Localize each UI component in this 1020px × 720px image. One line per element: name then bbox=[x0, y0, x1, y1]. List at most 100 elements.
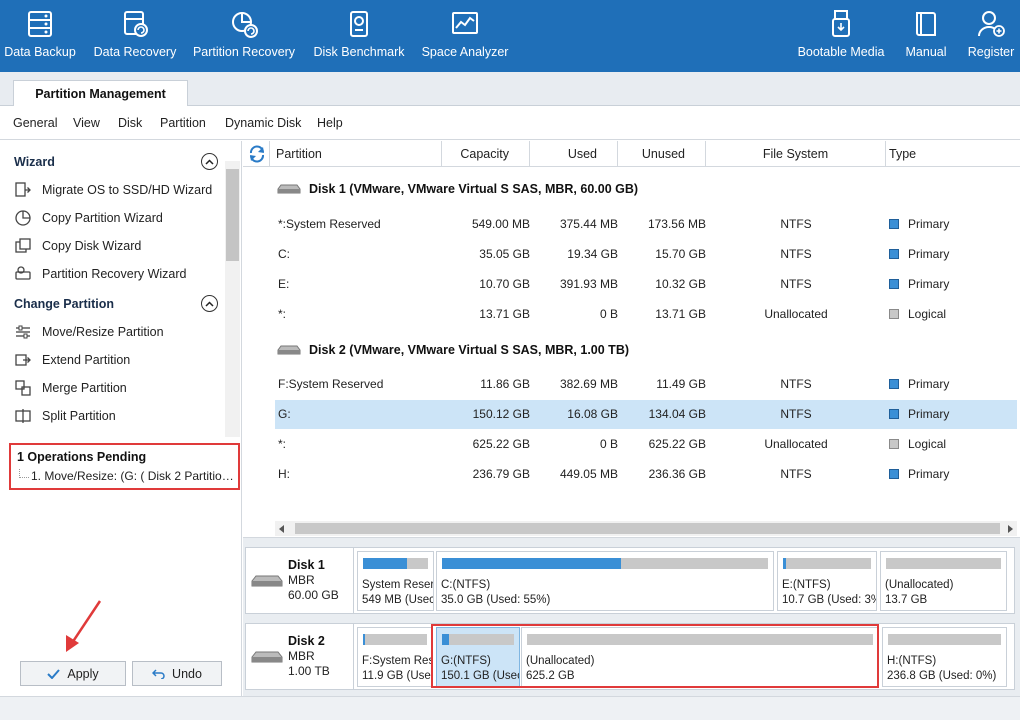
partition-recovery-wizard-item[interactable]: Partition Recovery Wizard bbox=[14, 263, 187, 285]
pending-operation-item[interactable]: 1. Move/Resize: (G: ( Disk 2 Partition 2… bbox=[31, 469, 236, 483]
disk-map-partition[interactable]: C:(NTFS) 35.0 GB (Used: 55%) bbox=[436, 551, 774, 611]
migrate-os-wizard-item[interactable]: Migrate OS to SSD/HD Wizard bbox=[14, 179, 212, 201]
table-row[interactable]: E: 10.70 GB 391.93 MB 10.32 GB NTFS Primary bbox=[275, 270, 1017, 299]
table-row[interactable]: *:System Reserved 549.00 MB 375.44 MB 173.5… bbox=[275, 210, 1017, 239]
cell-used: 391.93 MB bbox=[559, 277, 618, 291]
disk-benchmark-button[interactable]: Disk Benchmark bbox=[314, 0, 405, 72]
cell-used: 382.69 MB bbox=[559, 377, 618, 391]
copy-disk-icon bbox=[15, 238, 31, 253]
menu-view[interactable]: View bbox=[73, 116, 100, 130]
change-item-label: Split Partition bbox=[42, 409, 116, 423]
cell-partition: *:System Reserved bbox=[278, 217, 381, 231]
partition-recovery-button[interactable]: Partition Recovery bbox=[193, 0, 295, 72]
copy-partition-wizard-item[interactable]: Copy Partition Wizard bbox=[14, 207, 163, 229]
cell-file-system: NTFS bbox=[780, 247, 812, 261]
cell-file-system: Unallocated bbox=[764, 437, 828, 451]
cell-type-label: Logical bbox=[908, 437, 947, 451]
cell-type: Logical bbox=[889, 430, 946, 459]
partition-map-label: C:(NTFS) bbox=[441, 579, 491, 591]
table-row[interactable]: H: 236.79 GB 449.05 MB 236.36 GB NTFS Primary bbox=[275, 460, 1017, 489]
scroll-left-icon[interactable] bbox=[278, 525, 286, 533]
usage-bar bbox=[363, 558, 428, 569]
column-header-partition[interactable]: Partition bbox=[270, 141, 442, 167]
register-icon bbox=[978, 11, 1005, 37]
table-row[interactable]: *: 625.22 GB 0 B 625.22 GB Unallocated Logica… bbox=[275, 430, 1017, 459]
refresh-button[interactable] bbox=[243, 141, 270, 167]
hard-disk-icon bbox=[277, 184, 301, 194]
table-scrollbar-thumb[interactable] bbox=[295, 523, 1000, 534]
menu-help[interactable]: Help bbox=[317, 116, 343, 130]
data-backup-button[interactable]: Data Backup bbox=[4, 0, 76, 72]
scroll-right-icon[interactable] bbox=[1006, 525, 1014, 533]
copy-partition-icon bbox=[15, 210, 31, 226]
column-header-file-system[interactable]: File System bbox=[706, 141, 886, 167]
cell-file-system: NTFS bbox=[780, 377, 812, 391]
undo-button[interactable]: Undo bbox=[132, 661, 222, 686]
disk-map-name: Disk 2 bbox=[288, 634, 325, 648]
tab-strip: Partition Management bbox=[0, 72, 1020, 107]
manual-button[interactable]: Manual bbox=[904, 0, 948, 72]
table-row[interactable]: C: 35.05 GB 19.34 GB 15.70 GB NTFS Primary bbox=[275, 240, 1017, 269]
table-row[interactable]: *: 13.71 GB 0 B 13.71 GB Unallocated Logical bbox=[275, 300, 1017, 329]
menu-general[interactable]: General bbox=[13, 116, 57, 130]
red-arrow-annotation bbox=[66, 600, 102, 652]
menu-partition[interactable]: Partition bbox=[160, 116, 206, 130]
cell-used: 16.08 GB bbox=[567, 407, 618, 421]
copy-disk-wizard-item[interactable]: Copy Disk Wizard bbox=[14, 235, 141, 257]
cell-type: Primary bbox=[889, 370, 949, 399]
split-partition-item[interactable]: Split Partition bbox=[14, 405, 116, 427]
disk-map-partition[interactable]: F:System Res 11.9 GB (Usec bbox=[357, 627, 433, 687]
table-row[interactable]: G: 150.12 GB 16.08 GB 134.04 GB NTFS Primary bbox=[275, 400, 1017, 429]
column-header-type[interactable]: Type bbox=[886, 141, 1020, 167]
partition-map-label: F:System Res bbox=[362, 655, 433, 667]
migrate-os-icon bbox=[15, 182, 31, 197]
operations-pending-box: 1 Operations Pending 1. Move/Resize: (G:… bbox=[9, 443, 240, 490]
disk-map-partition[interactable]: H:(NTFS) 236.8 GB (Used: 0%) bbox=[882, 627, 1007, 687]
disk-map-label[interactable]: Disk 2 MBR 1.00 TB bbox=[246, 624, 354, 689]
highlight-annotation-box bbox=[431, 624, 879, 688]
disk-map-partition[interactable]: E:(NTFS) 10.7 GB (Used: 3% bbox=[777, 551, 877, 611]
action-panel-scrollbar-thumb[interactable] bbox=[226, 169, 239, 261]
tab-partition-management[interactable]: Partition Management bbox=[13, 80, 188, 107]
action-panel: Wizard Migrate OS to SSD/HD Wizard Copy … bbox=[0, 141, 242, 696]
bootable-media-button[interactable]: Bootable Media bbox=[798, 0, 884, 72]
refresh-icon bbox=[250, 145, 264, 163]
toolbar-label: Data Recovery bbox=[93, 45, 177, 59]
apply-button[interactable]: Apply bbox=[20, 661, 126, 686]
disk-benchmark-icon bbox=[350, 11, 368, 37]
cell-type: Primary bbox=[889, 270, 949, 299]
merge-partition-item[interactable]: Merge Partition bbox=[14, 377, 127, 399]
collapse-wizard-button[interactable] bbox=[201, 153, 218, 170]
extend-partition-item[interactable]: Extend Partition bbox=[14, 349, 130, 371]
column-header-unused[interactable]: Unused bbox=[618, 141, 706, 167]
usage-bar bbox=[783, 558, 871, 569]
table-horizontal-scrollbar[interactable] bbox=[275, 521, 1017, 536]
disk-header-row[interactable]: Disk 1 (VMware, VMware Virtual S SAS, MB… bbox=[277, 178, 638, 200]
collapse-change-partition-button[interactable] bbox=[201, 295, 218, 312]
cell-used: 0 B bbox=[599, 307, 618, 321]
column-header-capacity[interactable]: Capacity bbox=[442, 141, 530, 167]
disk-map-disk-1[interactable]: Disk 1 MBR 60.00 GB System Reser 549 MB (… bbox=[245, 547, 1015, 614]
partition-map-size: 10.7 GB (Used: 3% bbox=[782, 594, 877, 606]
cell-used: 375.44 MB bbox=[559, 217, 618, 231]
move-resize-partition-item[interactable]: Move/Resize Partition bbox=[14, 321, 164, 343]
cell-type: Logical bbox=[889, 300, 946, 329]
menu-bar: General View Disk Partition Dynamic Disk… bbox=[0, 106, 1020, 140]
data-recovery-button[interactable]: Data Recovery bbox=[93, 0, 177, 72]
menu-dynamic-disk[interactable]: Dynamic Disk bbox=[225, 116, 301, 130]
cell-unused: 625.22 GB bbox=[648, 437, 706, 451]
disk-header-row[interactable]: Disk 2 (VMware, VMware Virtual S SAS, MB… bbox=[277, 339, 629, 361]
change-item-label: Extend Partition bbox=[42, 353, 131, 367]
menu-disk[interactable]: Disk bbox=[118, 116, 142, 130]
cell-unused: 15.70 GB bbox=[655, 247, 706, 261]
disk-map-partition[interactable]: (Unallocated) 13.7 GB bbox=[880, 551, 1007, 611]
cell-capacity: 150.12 GB bbox=[472, 407, 530, 421]
cell-type: Primary bbox=[889, 460, 949, 489]
table-row[interactable]: F:System Reserved 11.86 GB 382.69 MB 11.49 … bbox=[275, 370, 1017, 399]
disk-map-partition[interactable]: System Reser 549 MB (Usec bbox=[357, 551, 434, 611]
usage-bar bbox=[442, 558, 768, 569]
disk-map-label[interactable]: Disk 1 MBR 60.00 GB bbox=[246, 548, 354, 613]
column-header-used[interactable]: Used bbox=[530, 141, 618, 167]
register-button[interactable]: Register bbox=[968, 0, 1014, 72]
space-analyzer-button[interactable]: Space Analyzer bbox=[422, 0, 508, 72]
